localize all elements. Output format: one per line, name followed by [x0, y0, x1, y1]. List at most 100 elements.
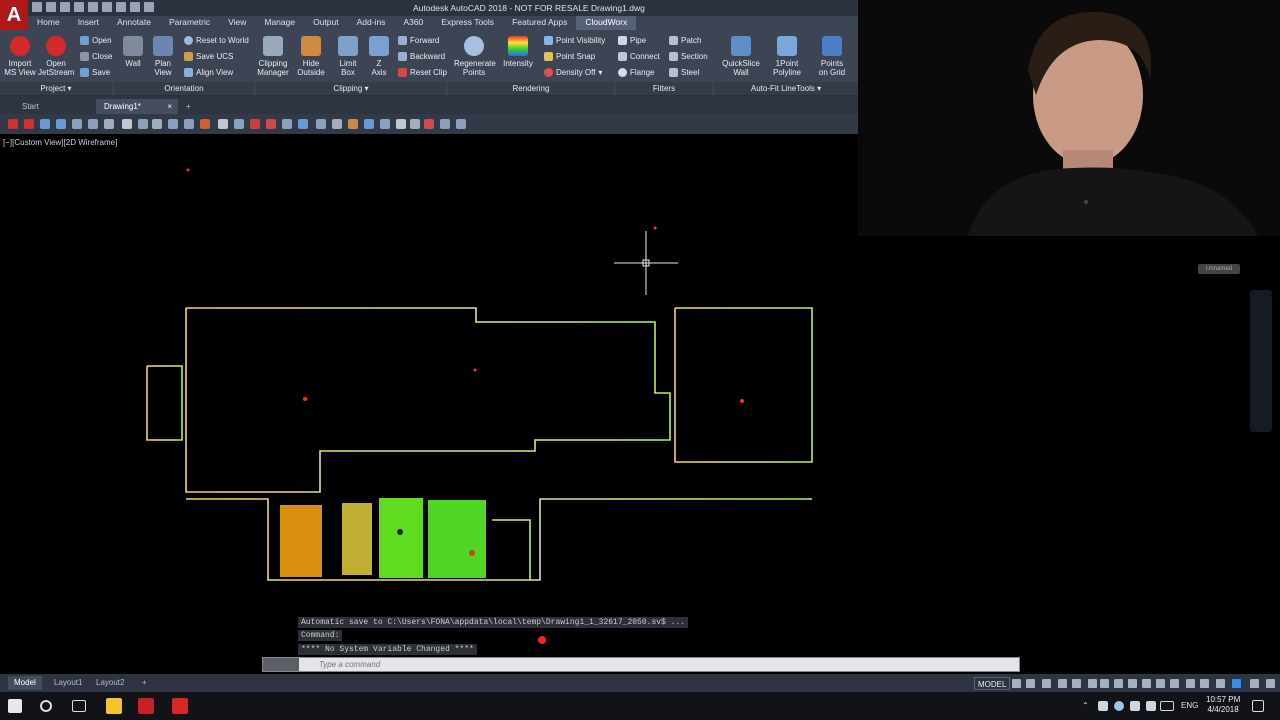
section-button[interactable]: Section [669, 52, 708, 61]
cloudworx-tool-icon[interactable] [298, 119, 308, 129]
ribbon-tab-view[interactable]: View [219, 16, 255, 30]
status-toggle-icon[interactable] [1156, 679, 1165, 688]
status-toggle-icon[interactable] [1026, 679, 1035, 688]
model-space-button[interactable]: MODEL [974, 677, 1011, 690]
status-toggle-icon[interactable] [1088, 679, 1097, 688]
save-project-button[interactable]: Save [80, 68, 110, 77]
drawing-canvas[interactable] [0, 148, 1280, 674]
cloudworx-tool-icon[interactable] [24, 119, 34, 129]
tab-layout1[interactable]: Layout1 [48, 676, 88, 690]
wifi-icon[interactable] [1130, 701, 1140, 711]
regenerate-points-button[interactable]: Regenerate Points [454, 36, 496, 77]
close-project-button[interactable]: Close [80, 52, 112, 61]
plan-view-button[interactable]: Plan View [150, 36, 176, 77]
cloudworx-tool-icon[interactable] [332, 119, 342, 129]
cloudworx-tool-icon[interactable] [282, 119, 292, 129]
cloudworx-tool-icon[interactable] [56, 119, 66, 129]
new-icon[interactable] [32, 2, 42, 12]
status-toggle-icon[interactable] [1216, 679, 1225, 688]
open-project-button[interactable]: Open [80, 36, 112, 45]
ribbon-tab-add-ins[interactable]: Add-ins [348, 16, 395, 30]
tray-chevron-icon[interactable]: ⌃ [1082, 701, 1089, 710]
ribbon-tab-home[interactable]: Home [28, 16, 69, 30]
cloudworx-tool-icon[interactable] [266, 119, 276, 129]
ribbon-tab-featured-apps[interactable]: Featured Apps [503, 16, 576, 30]
wall-button[interactable]: Wall [120, 36, 146, 68]
redo-icon[interactable] [130, 2, 140, 12]
status-toggle-icon[interactable] [1266, 679, 1275, 688]
tab-model[interactable]: Model [8, 676, 42, 690]
status-toggle-icon[interactable] [1042, 679, 1051, 688]
reset-clip-button[interactable]: Reset Clip [398, 68, 447, 77]
network-icon[interactable] [1098, 701, 1108, 711]
save-as-icon[interactable] [74, 2, 84, 12]
cloudworx-tool-icon[interactable] [234, 119, 244, 129]
volume-icon[interactable] [1146, 701, 1156, 711]
keyboard-icon[interactable] [1160, 701, 1174, 711]
notification-icon[interactable] [1252, 700, 1264, 712]
status-toggle-icon[interactable] [1200, 679, 1209, 688]
cloudworx-tool-icon[interactable] [218, 119, 228, 129]
cloudworx-tool-icon[interactable] [72, 119, 82, 129]
panel-project[interactable]: Project ▾ [0, 82, 112, 95]
cloudworx-tool-icon[interactable] [250, 119, 260, 129]
command-input[interactable] [319, 659, 1009, 670]
steel-button[interactable]: Steel [669, 68, 699, 77]
cloudworx-tool-icon[interactable] [40, 119, 50, 129]
cloudworx-tool-icon[interactable] [168, 119, 178, 129]
panel-clipping[interactable]: Clipping ▾ [256, 82, 446, 95]
status-toggle-icon[interactable] [1170, 679, 1179, 688]
open-jetstream-button[interactable]: Open JetStream [38, 36, 74, 77]
status-toggle-icon[interactable] [1058, 679, 1067, 688]
cloudworx-tool-icon[interactable] [122, 119, 132, 129]
limit-box-button[interactable]: Limit Box [336, 36, 360, 77]
autocad-taskbar-icon[interactable] [138, 698, 154, 714]
cloudworx-tool-icon[interactable] [380, 119, 390, 129]
add-tab-button[interactable]: + [180, 99, 198, 114]
density-off-dropdown[interactable]: Density Off ▾ [544, 68, 602, 77]
command-line-controls[interactable] [263, 658, 299, 671]
ribbon-tab-manage[interactable]: Manage [255, 16, 304, 30]
windows-start-icon[interactable] [8, 699, 22, 713]
panel-autofit[interactable]: Auto-Fit LineTools ▾ [714, 82, 858, 95]
point-visibility-button[interactable]: Point Visibility [544, 36, 605, 45]
flange-button[interactable]: Flange [618, 68, 654, 77]
cloudworx-tool-icon[interactable] [152, 119, 162, 129]
tab-layout2[interactable]: Layout2 [90, 676, 130, 690]
onedrive-icon[interactable] [1114, 701, 1124, 711]
cloudworx-tool-icon[interactable] [456, 119, 466, 129]
language-indicator[interactable]: ENG [1181, 701, 1198, 710]
undo-icon[interactable] [116, 2, 126, 12]
cloudworx-tool-icon[interactable] [396, 119, 406, 129]
tab-start[interactable]: Start [14, 99, 96, 114]
point-snap-button[interactable]: Point Snap [544, 52, 595, 61]
qat-dropdown-icon[interactable] [144, 2, 154, 12]
status-toggle-icon[interactable] [1186, 679, 1195, 688]
pipe-button[interactable]: Pipe [618, 36, 646, 45]
cloudworx-tool-icon[interactable] [104, 119, 114, 129]
cloudworx-tool-icon[interactable] [88, 119, 98, 129]
cloudworx-tool-icon[interactable] [200, 119, 210, 129]
hide-outside-button[interactable]: Hide Outside [296, 36, 326, 77]
quickslice-wall-button[interactable]: QuickSlice Wall [720, 36, 762, 77]
z-axis-button[interactable]: Z Axis [368, 36, 390, 77]
taskbar-clock[interactable]: 10:57 PM 4/4/2018 [1206, 695, 1240, 715]
add-layout-button[interactable]: + [136, 676, 153, 690]
cyclone-taskbar-icon[interactable] [172, 698, 188, 714]
task-view-icon[interactable] [72, 700, 86, 712]
ribbon-tab-cloudworx[interactable]: CloudWorx [576, 16, 637, 30]
clip-backward-button[interactable]: Backward [398, 52, 445, 61]
cloudworx-tool-icon[interactable] [8, 119, 18, 129]
ribbon-tab-a360[interactable]: A360 [394, 16, 432, 30]
cloudworx-tool-icon[interactable] [364, 119, 374, 129]
file-explorer-icon[interactable] [106, 698, 122, 714]
autocad-logo[interactable]: A [0, 0, 28, 30]
ribbon-tab-output[interactable]: Output [304, 16, 348, 30]
clip-forward-button[interactable]: Forward [398, 36, 439, 45]
status-toggle-icon[interactable] [1114, 679, 1123, 688]
tab-drawing1[interactable]: Drawing1* × [96, 99, 178, 114]
ribbon-tab-insert[interactable]: Insert [69, 16, 108, 30]
save-icon[interactable] [60, 2, 70, 12]
connect-button[interactable]: Connect [618, 52, 660, 61]
cloudworx-tool-icon[interactable] [348, 119, 358, 129]
